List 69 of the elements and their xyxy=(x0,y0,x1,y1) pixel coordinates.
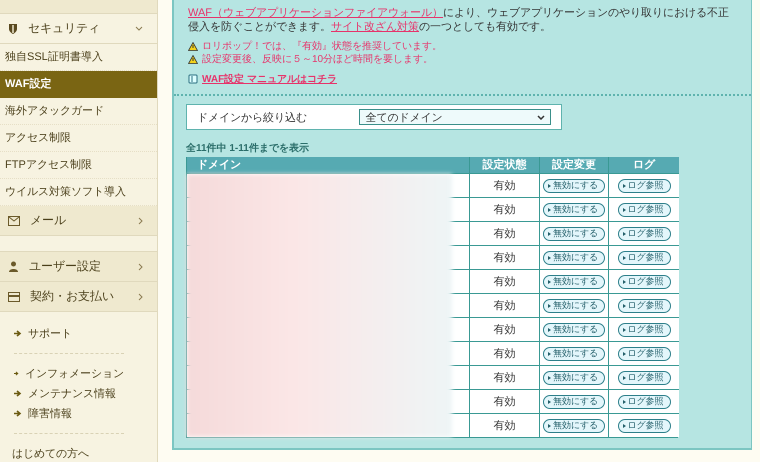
status-cell-text: 有効 xyxy=(494,179,516,193)
log-button[interactable]: ログ参照 xyxy=(618,202,670,216)
log-button[interactable]: ログ参照 xyxy=(618,274,670,288)
arrow-icon xyxy=(14,370,19,377)
disable-button[interactable]: 無効にする xyxy=(543,226,605,240)
sidebar-link[interactable]: サポート xyxy=(28,326,72,341)
sidebar-item[interactable]: 海外アタックガード xyxy=(0,98,157,125)
chevron-right-icon xyxy=(138,292,143,300)
sidebar-link[interactable]: 障害情報 xyxy=(28,406,72,421)
log-button[interactable]: ログ参照 xyxy=(618,346,670,360)
disable-button[interactable]: 無効にする xyxy=(543,418,605,432)
disable-button[interactable]: 無効にする xyxy=(543,250,605,264)
column-header: 設定状態 xyxy=(469,157,539,173)
arrow-icon xyxy=(14,410,22,417)
chevron-down-icon xyxy=(135,26,143,31)
log-button[interactable]: ログ参照 xyxy=(618,394,670,408)
chevron-right-icon xyxy=(138,262,143,270)
sidebar-item[interactable]: FTPアクセス制限 xyxy=(0,152,157,179)
log-button[interactable]: ログ参照 xyxy=(618,418,670,432)
disable-button[interactable]: 無効にする xyxy=(543,322,605,336)
chevron-right-icon xyxy=(138,216,143,224)
intro-text: WAF（ウェブアプリケーションファイアウォール）により、ウェブアプリケーションのやり取りにおける不正侵入を防ぐことができます。サイト改ざん対策の一つとしても有効です。 xyxy=(188,6,730,34)
column-header: ログ xyxy=(608,157,679,173)
result-count: 全11件中 1-11件までを表示 xyxy=(186,142,310,155)
status-cell-text: 有効 xyxy=(494,203,516,217)
log-button[interactable]: ログ参照 xyxy=(618,322,670,336)
disable-button[interactable]: 無効にする xyxy=(543,298,605,312)
status-cell-text: 有効 xyxy=(494,347,516,361)
disable-button[interactable]: 無効にする xyxy=(543,394,605,408)
sidebar-item[interactable]: WAF設定 xyxy=(0,71,157,98)
card-icon xyxy=(8,292,20,302)
sidebar-link[interactable]: はじめての方へ xyxy=(0,446,157,461)
status-cell-text: 有効 xyxy=(494,227,516,241)
sidebar-item[interactable]: アクセス制限 xyxy=(0,125,157,152)
chevron-down-icon xyxy=(537,114,545,120)
menu-header[interactable]: ユーザー設定 xyxy=(0,252,157,282)
disable-button[interactable]: 無効にする xyxy=(543,202,605,216)
book-icon xyxy=(188,74,198,84)
warning-text: 設定変更後、反映に５～10分ほど時間を要します。 xyxy=(202,53,434,66)
column-header: 設定変更 xyxy=(539,157,608,173)
arrow-icon xyxy=(14,330,22,337)
status-cell-text: 有効 xyxy=(494,371,516,385)
filter-label: ドメインから絞り込む xyxy=(197,110,308,124)
log-button[interactable]: ログ参照 xyxy=(618,298,670,312)
column-header: ドメイン xyxy=(187,157,469,173)
disable-button[interactable]: 無効にする xyxy=(543,346,605,360)
status-cell-text: 有効 xyxy=(494,251,516,265)
sidebar-link[interactable]: メンテナンス情報 xyxy=(28,386,116,401)
shield-icon xyxy=(8,23,18,34)
status-cell-text: 有効 xyxy=(494,275,516,289)
status-cell-text: 有効 xyxy=(494,419,516,433)
disable-button[interactable]: 無効にする xyxy=(543,370,605,384)
status-cell-text: 有効 xyxy=(494,395,516,409)
disable-button[interactable]: 無効にする xyxy=(543,274,605,288)
disable-button[interactable]: 無効にする xyxy=(543,178,605,192)
log-button[interactable]: ログ参照 xyxy=(618,226,670,240)
status-cell-text: 有効 xyxy=(494,323,516,337)
menu-header[interactable]: メール xyxy=(0,206,157,236)
domain-select[interactable]: 全てのドメイン xyxy=(359,109,551,125)
sidebar-link[interactable]: インフォメーション xyxy=(25,366,124,381)
log-button[interactable]: ログ参照 xyxy=(618,250,670,264)
status-cell-text: 有効 xyxy=(494,299,516,313)
user-icon xyxy=(8,261,19,272)
log-button[interactable]: ログ参照 xyxy=(618,370,670,384)
arrow-icon xyxy=(14,390,22,397)
envelope-icon xyxy=(8,216,20,226)
menu-header[interactable]: 契約・お支払い xyxy=(0,282,157,312)
warning-text: ロリポップ！では、『有効』状態を推奨しています。 xyxy=(202,40,442,53)
log-button[interactable]: ログ参照 xyxy=(618,178,670,192)
